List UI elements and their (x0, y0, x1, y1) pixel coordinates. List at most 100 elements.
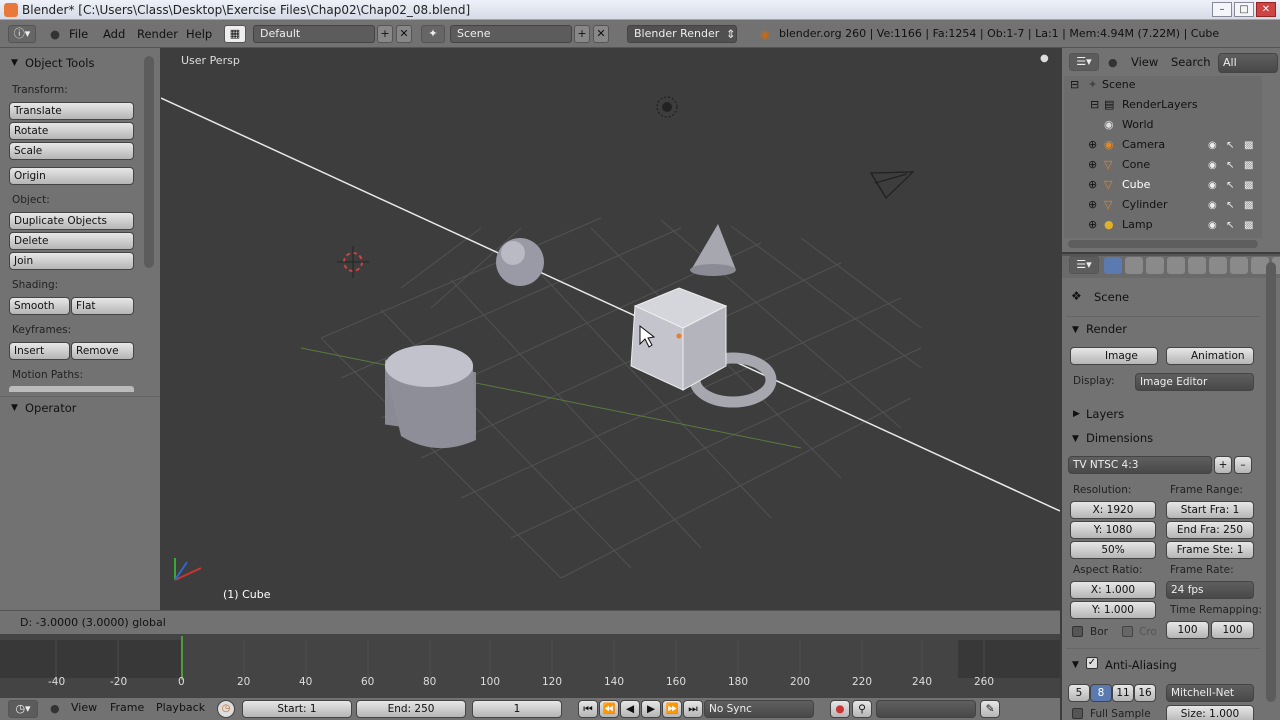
modifier-wrench-icon[interactable] (1209, 257, 1227, 274)
visibility-eye-icon[interactable]: ◉ (1208, 200, 1217, 211)
timeline-frame-menu[interactable]: Frame (110, 701, 144, 714)
dimensions-panel-header[interactable]: Dimensions (1086, 431, 1153, 445)
anti-aliasing-checkbox-icon[interactable]: ✓ (1086, 657, 1098, 669)
anti-aliasing-collapse-icon[interactable]: ▼ (1072, 660, 1079, 670)
data-tab-icon[interactable] (1230, 257, 1248, 274)
aa-samples-5-button[interactable]: 5 (1068, 684, 1090, 702)
next-keyframe-icon[interactable]: ⏩ (662, 700, 682, 718)
jump-end-icon[interactable]: ⏭ (683, 700, 703, 718)
timeline-playback-menu[interactable]: Playback (156, 701, 205, 714)
flat-button[interactable]: Flat (71, 297, 134, 315)
aa-samples-11-button[interactable]: 11 (1112, 684, 1134, 702)
dimensions-collapse-icon[interactable]: ▼ (1072, 434, 1079, 444)
scene-tab-icon[interactable] (1125, 257, 1143, 274)
aspect-y-field[interactable]: Y: 1.000 (1070, 601, 1156, 619)
lamp-object[interactable] (656, 96, 678, 118)
smooth-button[interactable]: Smooth (9, 297, 70, 315)
frame-step-field[interactable]: Frame Ste: 1 (1166, 541, 1254, 559)
3d-viewport[interactable]: User Persp ● (1) Cube (161, 48, 1060, 610)
cylinder-object[interactable] (385, 345, 476, 449)
camera-object[interactable] (869, 171, 915, 200)
tool-shelf-scrollbar[interactable] (144, 56, 154, 268)
visibility-eye-icon[interactable]: ◉ (1208, 140, 1217, 151)
resolution-percent-field[interactable]: 50% (1070, 541, 1156, 559)
operator-header[interactable]: Operator (25, 401, 76, 415)
play-reverse-icon[interactable]: ◀ (620, 700, 640, 718)
timeline-editor-type-icon[interactable]: ◷▾ (8, 700, 38, 718)
duplicate-objects-button[interactable]: Duplicate Objects (9, 212, 134, 230)
render-tab-camera-icon[interactable] (1104, 257, 1122, 274)
start-frame-field[interactable]: Start: 1 (242, 700, 352, 718)
keying-set-select[interactable] (876, 700, 976, 718)
start-frame-field[interactable]: Start Fra: 1 (1166, 501, 1254, 519)
outliner-editor-type-icon[interactable]: ☰▾ (1069, 53, 1099, 71)
close-button[interactable]: ✕ (1256, 2, 1276, 17)
render-camera-icon[interactable]: ▩ (1244, 220, 1253, 231)
object-tools-header[interactable]: Object Tools (25, 56, 94, 70)
insert-keyframe-button[interactable]: Insert (9, 342, 70, 360)
render-animation-button[interactable]: Animation (1166, 347, 1254, 365)
cone-object[interactable] (690, 224, 736, 276)
outliner-search-menu[interactable]: Search (1171, 55, 1211, 69)
minimize-button[interactable]: – (1212, 2, 1232, 17)
outliner-view-menu[interactable]: View (1131, 55, 1158, 69)
outliner-collapse-icon[interactable]: ● (1108, 56, 1118, 69)
pin-icon[interactable]: ❖ (1071, 289, 1082, 303)
display-select[interactable]: Image Editor (1135, 373, 1254, 391)
sphere-object[interactable] (496, 238, 544, 286)
preview-range-clock-icon[interactable]: ◷ (217, 700, 235, 718)
rotate-button[interactable]: Rotate (9, 122, 134, 140)
object-tab-icon[interactable] (1167, 257, 1185, 274)
visibility-eye-icon[interactable]: ◉ (1208, 180, 1217, 191)
motion-paths-button-clipped[interactable] (9, 386, 134, 392)
outliner-row-scene[interactable]: ⊟ ✦ Scene (1066, 75, 1262, 95)
collapse-triangle-icon[interactable]: ▼ (11, 58, 18, 68)
add-preset-icon[interactable]: + (1214, 456, 1232, 474)
menu-render[interactable]: Render (137, 20, 178, 48)
border-checkbox[interactable] (1072, 626, 1083, 637)
insert-keyframe-icon[interactable]: ✎ (980, 700, 1000, 718)
maximize-button[interactable]: □ (1234, 2, 1254, 17)
add-layout-icon[interactable]: + (377, 25, 393, 43)
sync-mode-select[interactable]: No Sync (704, 700, 814, 718)
render-preset-select[interactable]: TV NTSC 4:3 (1068, 456, 1212, 474)
keying-set-icon[interactable]: ⚲ (852, 700, 872, 718)
visibility-eye-icon[interactable]: ◉ (1208, 160, 1217, 171)
delete-button[interactable]: Delete (9, 232, 134, 250)
crop-checkbox[interactable] (1122, 626, 1133, 637)
operator-collapse-icon[interactable]: ▼ (11, 403, 18, 413)
remove-scene-icon[interactable]: ✕ (593, 25, 609, 43)
collapse-menu-icon[interactable]: ● (50, 20, 60, 48)
join-button[interactable]: Join (9, 252, 134, 270)
add-scene-icon[interactable]: + (574, 25, 590, 43)
all-scenes-select[interactable]: All Scenes (1218, 53, 1278, 87)
properties-scrollbar[interactable] (1266, 262, 1276, 702)
remove-keyframe-button[interactable]: Remove (71, 342, 134, 360)
screen-layout-field[interactable]: Default (253, 25, 375, 43)
select-arrow-icon[interactable]: ↖ (1226, 180, 1234, 191)
select-arrow-icon[interactable]: ↖ (1226, 140, 1234, 151)
select-arrow-icon[interactable]: ↖ (1226, 160, 1234, 171)
jump-start-icon[interactable]: ⏮ (578, 700, 598, 718)
frame-rate-select[interactable]: 24 fps (1166, 581, 1254, 599)
layers-expand-icon[interactable]: ▶ (1073, 409, 1080, 419)
aa-samples-16-button[interactable]: 16 (1134, 684, 1156, 702)
time-remap-old-field[interactable]: 100 (1166, 621, 1209, 639)
visibility-eye-icon[interactable]: ◉ (1208, 220, 1217, 231)
outliner-row-renderlayers[interactable]: ⊟ ▤ RenderLayers (1066, 95, 1262, 115)
play-icon[interactable]: ▶ (641, 700, 661, 718)
aa-samples-8-button[interactable]: 8 (1090, 684, 1112, 702)
select-arrow-icon[interactable]: ↖ (1226, 220, 1234, 231)
origin-button[interactable]: Origin (9, 167, 134, 185)
editor-type-icon[interactable]: ⓘ▾ (8, 25, 36, 43)
render-camera-icon[interactable]: ▩ (1244, 160, 1253, 171)
properties-editor-type-icon[interactable]: ☰▾ (1069, 256, 1099, 274)
3d-cursor-icon[interactable] (337, 246, 369, 278)
select-arrow-icon[interactable]: ↖ (1226, 200, 1234, 211)
constraints-tab-icon[interactable] (1188, 257, 1206, 274)
record-keyframe-icon[interactable]: ● (830, 700, 850, 718)
render-panel-header[interactable]: Render (1086, 322, 1127, 336)
anti-aliasing-panel-header[interactable]: Anti-Aliasing (1105, 658, 1177, 672)
render-camera-icon[interactable]: ▩ (1244, 200, 1253, 211)
remove-preset-icon[interactable]: – (1234, 456, 1252, 474)
